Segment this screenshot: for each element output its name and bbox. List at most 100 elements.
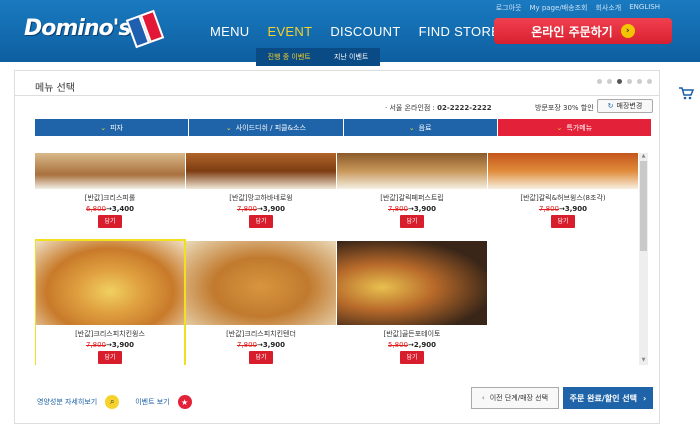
food-image[interactable] xyxy=(186,241,336,325)
menu-grid: [반값]크리스피롤 6,800→3,400 담기 [반값]망고하바네로윙 7,8… xyxy=(35,153,638,365)
tab-label: 피자 xyxy=(110,123,123,132)
tab-pizza[interactable]: ⌄ 피자 xyxy=(35,119,190,136)
store-change-button[interactable]: ↻ 매장변경 xyxy=(597,99,653,113)
item-price: 7,800→3,900 xyxy=(538,205,588,213)
menu-item: [반값]망고하바네로윙 7,800→3,900 담기 xyxy=(186,153,336,228)
chevron-down-icon: ⌄ xyxy=(556,123,563,132)
logo-text: Domino's xyxy=(24,16,131,41)
new-price: 3,900 xyxy=(262,205,286,213)
item-name: [반값]갈릭&허브윙스(8조각) xyxy=(520,194,606,202)
old-price: 5,800 xyxy=(387,341,408,349)
menu-scrollbar[interactable]: ▲ ▼ xyxy=(639,153,648,365)
old-price: 7,800 xyxy=(538,205,559,213)
new-price: 3,400 xyxy=(111,205,135,213)
scroll-up-icon[interactable]: ▲ xyxy=(639,153,648,161)
food-image[interactable] xyxy=(488,153,638,189)
mypage-link[interactable]: My page/배송조회 xyxy=(529,3,587,13)
item-price: 6,800→3,400 xyxy=(85,205,135,213)
menu-item: [반값]골든포테이토 5,800→2,900 담기 xyxy=(337,241,487,364)
dominos-logo[interactable]: Domino's xyxy=(24,9,165,49)
step-dot xyxy=(607,79,612,84)
item-price: 7,800→3,900 xyxy=(387,205,437,213)
chevron-left-icon: ‹ xyxy=(481,394,485,402)
event-subnav: 진행 중 이벤트 지난 이벤트 xyxy=(256,48,380,66)
chevron-down-icon: ⌄ xyxy=(225,123,232,132)
menu-item: [반값]크리스피롤 6,800→3,400 담기 xyxy=(35,153,185,228)
nutrition-link[interactable]: 영양성분 자세히보기 xyxy=(37,397,97,407)
scrollbar-thumb[interactable] xyxy=(640,161,647,251)
nav-discount[interactable]: DISCOUNT xyxy=(330,24,400,39)
main-nav: MENU EVENT DISCOUNT FIND STORE xyxy=(210,24,518,39)
food-image[interactable] xyxy=(35,153,185,189)
tab-special[interactable]: ⌄ 특가메뉴 xyxy=(497,119,652,136)
new-price: 3,900 xyxy=(262,341,286,349)
next-step-button[interactable]: 주문 완료/할인 선택 › xyxy=(563,387,653,409)
menu-item: [반값]갈릭페퍼스트립 7,800→3,900 담기 xyxy=(337,153,487,228)
footer-links: 영양성분 자세히보기 ⌕ 이벤트 보기 ★ xyxy=(37,395,192,409)
step-dot-active xyxy=(617,79,622,84)
divider xyxy=(15,95,659,96)
nav-event[interactable]: EVENT xyxy=(267,24,312,39)
food-image[interactable] xyxy=(337,153,487,189)
top-links: 로그아웃 My page/배송조회 회사소개 ENGLISH xyxy=(496,3,660,13)
arrow-right-icon: › xyxy=(620,24,635,38)
item-name: [반값]망고하바네로윙 xyxy=(229,194,293,202)
magnifier-icon[interactable]: ⌕ xyxy=(105,395,120,409)
selected-item-highlight xyxy=(35,239,186,365)
logout-link[interactable]: 로그아웃 xyxy=(496,3,522,13)
add-button[interactable]: 담기 xyxy=(249,215,273,228)
chevron-right-icon: › xyxy=(643,393,647,403)
store-change-label: 매장변경 xyxy=(616,102,643,110)
panel-title: 메뉴 선택 xyxy=(35,83,75,94)
tab-label: 사이드디쉬 / 피클&소스 xyxy=(235,123,306,132)
food-image[interactable] xyxy=(337,241,487,325)
item-name: [반값]크리스피치킨텐더 xyxy=(226,330,296,338)
new-price: 3,900 xyxy=(564,205,588,213)
next-button-label: 주문 완료/할인 선택 xyxy=(569,393,638,403)
old-price: 6,800 xyxy=(85,205,106,213)
old-price: 7,800 xyxy=(236,205,257,213)
site-header: Domino's MENU EVENT DISCOUNT FIND STORE … xyxy=(0,0,700,66)
prev-step-button[interactable]: ‹ 이전 단계/매장 선택 xyxy=(471,387,559,409)
new-price: 3,900 xyxy=(413,205,437,213)
cart-icon[interactable] xyxy=(678,86,695,100)
domino-tile-icon xyxy=(125,9,165,49)
nav-find-store[interactable]: FIND STORE xyxy=(419,24,501,39)
add-button[interactable]: 담기 xyxy=(249,351,273,364)
english-link[interactable]: ENGLISH xyxy=(629,3,660,13)
company-link[interactable]: 회사소개 xyxy=(595,3,621,13)
subnav-current-events[interactable]: 진행 중 이벤트 xyxy=(268,52,311,62)
scroll-down-icon[interactable]: ▼ xyxy=(639,357,648,365)
new-price: 2,900 xyxy=(413,341,437,349)
step-indicator xyxy=(597,79,652,84)
old-price: 7,800 xyxy=(387,205,408,213)
chevron-down-icon: ⌄ xyxy=(408,123,415,132)
online-order-button[interactable]: 온라인 주문하기 › xyxy=(494,18,672,44)
prev-button-label: 이전 단계/매장 선택 xyxy=(489,394,549,402)
food-image[interactable] xyxy=(186,153,336,189)
tab-drinks[interactable]: ⌄ 음료 xyxy=(343,119,498,136)
old-price: 7,800 xyxy=(236,341,257,349)
item-name: [반값]골든포테이토 xyxy=(383,330,441,338)
step-dot xyxy=(637,79,642,84)
menu-item: [반값]크리스피치킨텐더 7,800→3,900 담기 xyxy=(186,241,336,364)
item-price: 7,800→3,900 xyxy=(236,205,286,213)
store-phone: 02-2222-2222 xyxy=(437,104,492,112)
tab-sides[interactable]: ⌄ 사이드디쉬 / 피클&소스 xyxy=(189,119,344,136)
menu-panel: 메뉴 선택 · 서울 온라인점 : 02-2222-2222 방문포장 30% … xyxy=(14,70,660,424)
add-button[interactable]: 담기 xyxy=(400,351,424,364)
add-button[interactable]: 담기 xyxy=(400,215,424,228)
store-label: 서울 온라인점 : xyxy=(389,104,435,112)
item-price: 7,800→3,900 xyxy=(236,341,286,349)
nav-menu[interactable]: MENU xyxy=(210,24,249,39)
event-link[interactable]: 이벤트 보기 xyxy=(135,397,169,407)
refresh-icon: ↻ xyxy=(607,102,614,110)
category-tabs: ⌄ 피자 ⌄ 사이드디쉬 / 피클&소스 ⌄ 음료 ⌄ 특가메뉴 xyxy=(35,119,652,136)
add-button[interactable]: 담기 xyxy=(98,215,122,228)
star-icon[interactable]: ★ xyxy=(177,395,192,409)
step-dot xyxy=(597,79,602,84)
item-name: [반값]갈릭페퍼스트립 xyxy=(380,194,444,202)
step-dot xyxy=(627,79,632,84)
add-button[interactable]: 담기 xyxy=(551,215,575,228)
subnav-past-events[interactable]: 지난 이벤트 xyxy=(334,52,368,62)
